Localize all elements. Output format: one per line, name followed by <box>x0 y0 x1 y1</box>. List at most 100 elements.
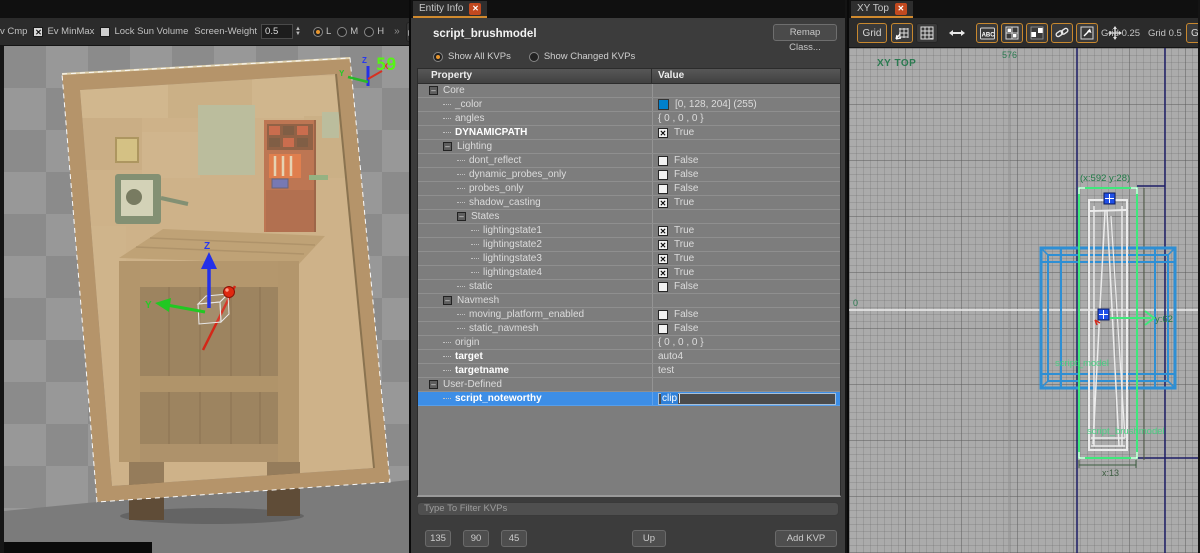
grid-toggle-button[interactable]: Grid <box>857 23 887 43</box>
expand-width-button[interactable] <box>946 23 968 43</box>
checkbox-checked-icon[interactable]: ✕ <box>658 127 668 138</box>
show-names-button[interactable]: ABC <box>976 23 998 43</box>
kvp-table-header[interactable]: Property Value <box>418 69 840 84</box>
overflow-chevron[interactable]: » <box>394 26 400 37</box>
checkbox-unchecked-icon[interactable] <box>658 183 668 194</box>
kvp-row-lightingstate1[interactable]: lightingstate1 ✕ True <box>418 224 840 238</box>
checkbox-checked-icon[interactable]: ✕ <box>658 239 668 250</box>
kvp-value-cell[interactable]: False <box>652 322 840 335</box>
kvp-row-shadow_casting[interactable]: shadow_casting ✕ True <box>418 196 840 210</box>
kvp-value-cell[interactable]: False <box>652 182 840 195</box>
checkbox-unchecked-icon[interactable] <box>658 155 668 166</box>
door-wireframe[interactable] <box>1088 199 1128 451</box>
collapse-toggle-icon[interactable]: – <box>429 86 438 95</box>
checkbox-checked-icon[interactable]: ✕ <box>33 26 44 37</box>
link-button[interactable] <box>1051 23 1073 43</box>
screen-weight-input[interactable]: 0.5 <box>261 24 294 39</box>
kvp-value-cell[interactable]: ✕ True <box>652 266 840 279</box>
kvp-value-cell[interactable]: test <box>652 364 840 377</box>
kvp-value-cell[interactable] <box>652 294 840 307</box>
kvp-value-cell[interactable]: { 0 , 0 , 0 } <box>652 336 840 349</box>
kvp-value-cell[interactable]: ✕ True <box>652 126 840 139</box>
grid-quarter-label[interactable]: Grid 0.25 <box>1101 28 1140 39</box>
checkbox-unchecked-icon[interactable] <box>658 309 668 320</box>
kvp-row-targetname[interactable]: targetname test <box>418 364 840 378</box>
kvp-value-cell[interactable]: False <box>652 280 840 293</box>
collapse-toggle-icon[interactable]: – <box>429 380 438 389</box>
angle-90-button[interactable]: 90 <box>463 530 489 547</box>
kvp-value-cell[interactable]: False <box>652 168 840 181</box>
kvp-value-cell[interactable]: False <box>652 154 840 167</box>
kvp-row-dont_reflect[interactable]: dont_reflect False <box>418 154 840 168</box>
property-column-header[interactable]: Property <box>418 69 652 83</box>
kvp-row-probes_only[interactable]: probes_only False <box>418 182 840 196</box>
radio-low[interactable] <box>313 26 323 37</box>
angle-135-button[interactable]: 135 <box>425 530 451 547</box>
checkbox-unchecked-icon[interactable]: ✕ <box>100 26 111 37</box>
kvp-row-User-Defined[interactable]: – User-Defined <box>418 378 840 392</box>
grid-options-button[interactable] <box>916 23 938 43</box>
add-kvp-button[interactable]: Add KVP <box>775 530 837 547</box>
checkbox-checked-icon[interactable]: ✕ <box>658 225 668 236</box>
spinner-arrows[interactable]: ▲ ▼ <box>295 26 301 37</box>
kvp-value-cell[interactable]: ✕ True <box>652 252 840 265</box>
checkbox-unchecked-icon[interactable] <box>658 169 668 180</box>
remap-class-button[interactable]: Remap Class... <box>773 24 837 53</box>
kvp-value-cell[interactable] <box>652 210 840 223</box>
kvp-value-editbox[interactable]: clip <box>658 392 836 405</box>
kvp-row-States[interactable]: – States <box>418 210 840 224</box>
show-all-kvps-radio[interactable] <box>433 51 443 62</box>
kvp-value-cell[interactable]: ✕ True <box>652 238 840 251</box>
kvp-row-_color[interactable]: _color [0, 128, 204] (255) <box>418 98 840 112</box>
kvp-value-cell[interactable]: False <box>652 308 840 321</box>
kvp-value-cell[interactable]: ✕ True <box>652 224 840 237</box>
grid-half-label[interactable]: Grid 0.5 <box>1148 28 1182 39</box>
ev-minmax-checkbox[interactable]: ✕ Ev MinMax <box>33 26 94 37</box>
show-changed-kvps-radio[interactable] <box>528 51 539 62</box>
kvp-value-cell[interactable]: ✕ True <box>652 196 840 209</box>
kvp-row-origin[interactable]: origin { 0 , 0 , 0 } <box>418 336 840 350</box>
kvp-row-lightingstate2[interactable]: lightingstate2 ✕ True <box>418 238 840 252</box>
close-icon[interactable]: ✕ <box>469 2 482 15</box>
collapse-toggle-icon[interactable]: – <box>443 142 452 151</box>
resize-button[interactable] <box>1076 23 1098 43</box>
lock-sun-checkbox[interactable]: ✕ Lock Sun Volume <box>100 26 188 37</box>
kvp-row-angles[interactable]: angles { 0 , 0 , 0 } <box>418 112 840 126</box>
tab-xy-top[interactable]: XY Top ✕ <box>851 1 913 18</box>
kvp-value-cell[interactable] <box>652 84 840 97</box>
kvp-value-cell[interactable]: clip <box>652 392 840 405</box>
kvp-row-lightingstate4[interactable]: lightingstate4 ✕ True <box>418 266 840 280</box>
kvp-row-lightingstate3[interactable]: lightingstate3 ✕ True <box>418 252 840 266</box>
kvp-row-static_navmesh[interactable]: static_navmesh False <box>418 322 840 336</box>
close-icon[interactable]: ✕ <box>894 2 907 15</box>
up-button[interactable]: Up <box>632 530 666 547</box>
grid-snap-button[interactable] <box>891 23 913 43</box>
kvp-row-dynamic_probes_only[interactable]: dynamic_probes_only False <box>418 168 840 182</box>
tab-entity-info[interactable]: Entity Info ✕ <box>413 1 488 18</box>
kvp-row-Lighting[interactable]: – Lighting <box>418 140 840 154</box>
kvp-row-Core[interactable]: – Core <box>418 84 840 98</box>
entity-marker-top[interactable] <box>1103 192 1116 205</box>
kvp-value-cell[interactable]: [0, 128, 204] (255) <box>652 98 840 111</box>
checkbox-checked-icon[interactable]: ✕ <box>658 197 668 208</box>
collapse-toggle-icon[interactable]: – <box>457 212 466 221</box>
kvp-value-cell[interactable]: auto4 <box>652 350 840 363</box>
grid-cut-button[interactable]: Grid <box>1186 23 1198 43</box>
checkbox-unchecked-icon[interactable] <box>658 281 668 292</box>
kvp-row-script_noteworthy[interactable]: script_noteworthy clip <box>418 392 840 406</box>
radio-med[interactable] <box>337 26 348 37</box>
entity-marker-origin[interactable] <box>1094 308 1110 326</box>
color-swatch[interactable] <box>658 99 669 110</box>
kvp-row-DYNAMICPATH[interactable]: DYNAMICPATH ✕ True <box>418 126 840 140</box>
door-brush[interactable] <box>61 57 391 503</box>
kvp-row-moving_platform_enabled[interactable]: moving_platform_enabled False <box>418 308 840 322</box>
x-axis-handle[interactable] <box>223 286 235 298</box>
kvp-filter-input[interactable]: Type To Filter KVPs <box>417 502 839 516</box>
checkbox-unchecked-icon[interactable] <box>658 323 668 334</box>
collapse-toggle-icon[interactable]: – <box>443 296 452 305</box>
show-models-button[interactable] <box>1026 23 1048 43</box>
overflow-label[interactable]: v Cmp <box>0 26 27 37</box>
kvp-value-cell[interactable] <box>652 140 840 153</box>
value-column-header[interactable]: Value <box>652 69 840 83</box>
radio-high[interactable] <box>364 26 375 37</box>
